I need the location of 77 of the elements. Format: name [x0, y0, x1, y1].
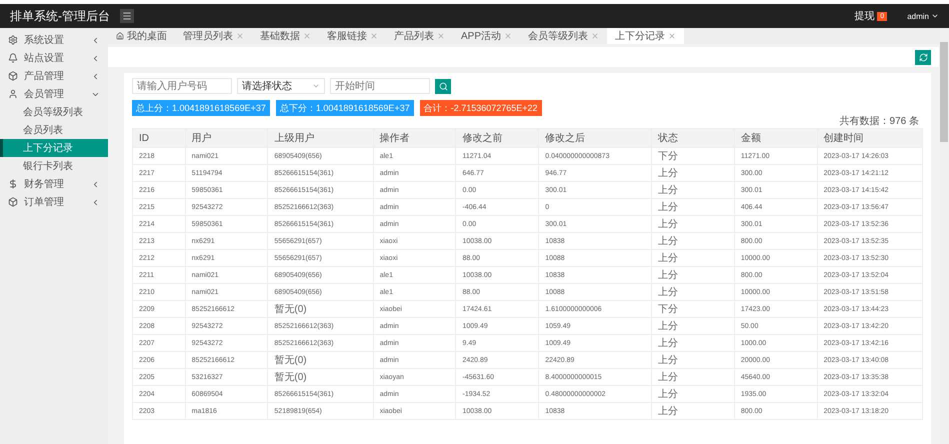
tab[interactable]: 管理员列表: [175, 28, 252, 44]
start-time-field[interactable]: 开始时间: [330, 78, 430, 94]
status-select[interactable]: 请选择状态: [237, 78, 325, 94]
bell-icon: [8, 53, 18, 63]
sidebar-subitem[interactable]: 银行卡列表: [0, 157, 108, 175]
column-header: 创建时间: [817, 128, 922, 148]
column-header: 修改之后: [538, 128, 652, 148]
app-title: 排单系统-管理后台: [10, 8, 110, 24]
tab[interactable]: APP活动: [453, 28, 520, 44]
close-icon[interactable]: [591, 32, 600, 40]
table-cell: 下分: [652, 300, 734, 318]
scrollbar-thumb[interactable]: [940, 42, 948, 142]
table-cell: 上分: [652, 334, 734, 352]
menu-button[interactable]: [120, 9, 134, 23]
close-icon[interactable]: [303, 32, 311, 40]
sidebar-item[interactable]: 订单管理: [0, 193, 108, 211]
table-cell: 上分: [652, 368, 734, 386]
column-header: 状态: [652, 128, 734, 148]
table-cell: 上分: [652, 182, 734, 198]
close-icon[interactable]: [370, 32, 378, 40]
table-cell: 暂无(0): [268, 352, 374, 368]
table-cell: 上分: [652, 232, 734, 250]
sidebar-subitem[interactable]: 上下分记录: [0, 139, 108, 157]
sidebar-item[interactable]: 站点设置: [0, 49, 108, 67]
scrollbar[interactable]: [939, 28, 949, 444]
tab[interactable]: 会员等级列表: [520, 28, 608, 44]
table-cell: 上分: [652, 352, 734, 368]
column-header: 用户: [185, 128, 268, 148]
close-icon[interactable]: [504, 32, 512, 40]
table-cell: 上分: [652, 386, 734, 402]
search-icon: [438, 82, 448, 90]
menu-icon: [122, 11, 132, 21]
close-icon[interactable]: [236, 32, 244, 40]
close-icon[interactable]: [668, 32, 676, 40]
tab[interactable]: 基础数据: [252, 28, 319, 44]
user-menu[interactable]: admin: [907, 12, 939, 20]
sidebar-item[interactable]: 系统设置: [0, 31, 108, 49]
column-header: 金额: [734, 128, 818, 148]
caret-icon: [931, 12, 939, 20]
table-cell: 上分: [652, 216, 734, 232]
user-search-field[interactable]: 请输入用户号码: [132, 78, 232, 94]
refresh-button[interactable]: [915, 50, 931, 64]
total-count: 共有数据：976 条: [840, 116, 919, 128]
withdraw-link[interactable]: 提现: [854, 9, 874, 23]
close-icon[interactable]: [437, 32, 445, 40]
home-icon: [116, 32, 124, 40]
sidebar-item[interactable]: 产品管理: [0, 67, 108, 85]
sidebar-item[interactable]: 财务管理: [0, 175, 108, 193]
column-header: 修改之前: [456, 128, 539, 148]
table-cell: 上分: [652, 198, 734, 216]
dollar-icon: [8, 179, 18, 189]
cube-icon: [8, 197, 18, 207]
column-header: 上级用户: [268, 128, 374, 148]
table-cell: 暂无(0): [268, 368, 374, 386]
sidebar-subitem[interactable]: 会员等级列表: [0, 103, 108, 121]
table-cell: 上分: [652, 284, 734, 300]
column-header: ID: [132, 128, 186, 148]
user-icon: [8, 89, 18, 99]
tab[interactable]: 上下分记录: [607, 28, 684, 44]
sidebar-item[interactable]: 会员管理: [0, 85, 108, 103]
table-cell: 上分: [652, 402, 734, 420]
table-cell: 下分: [652, 148, 734, 164]
search-button[interactable]: [435, 78, 451, 94]
table-cell: 上分: [652, 318, 734, 334]
tab[interactable]: 产品列表: [386, 28, 453, 44]
tab[interactable]: 客服链接: [319, 28, 386, 44]
table-cell: 暂无(0): [268, 300, 374, 318]
refresh-icon: [918, 52, 928, 62]
column-header: 操作者: [373, 128, 456, 148]
caret-icon: [312, 82, 320, 90]
table-cell: 上分: [652, 266, 734, 284]
gear-icon: [8, 35, 18, 45]
table-cell: 上分: [652, 250, 734, 266]
cube-icon: [8, 71, 18, 81]
tab[interactable]: 我的桌面: [108, 28, 175, 44]
sidebar-subitem[interactable]: 会员列表: [0, 121, 108, 139]
table-cell: 上分: [652, 164, 734, 182]
